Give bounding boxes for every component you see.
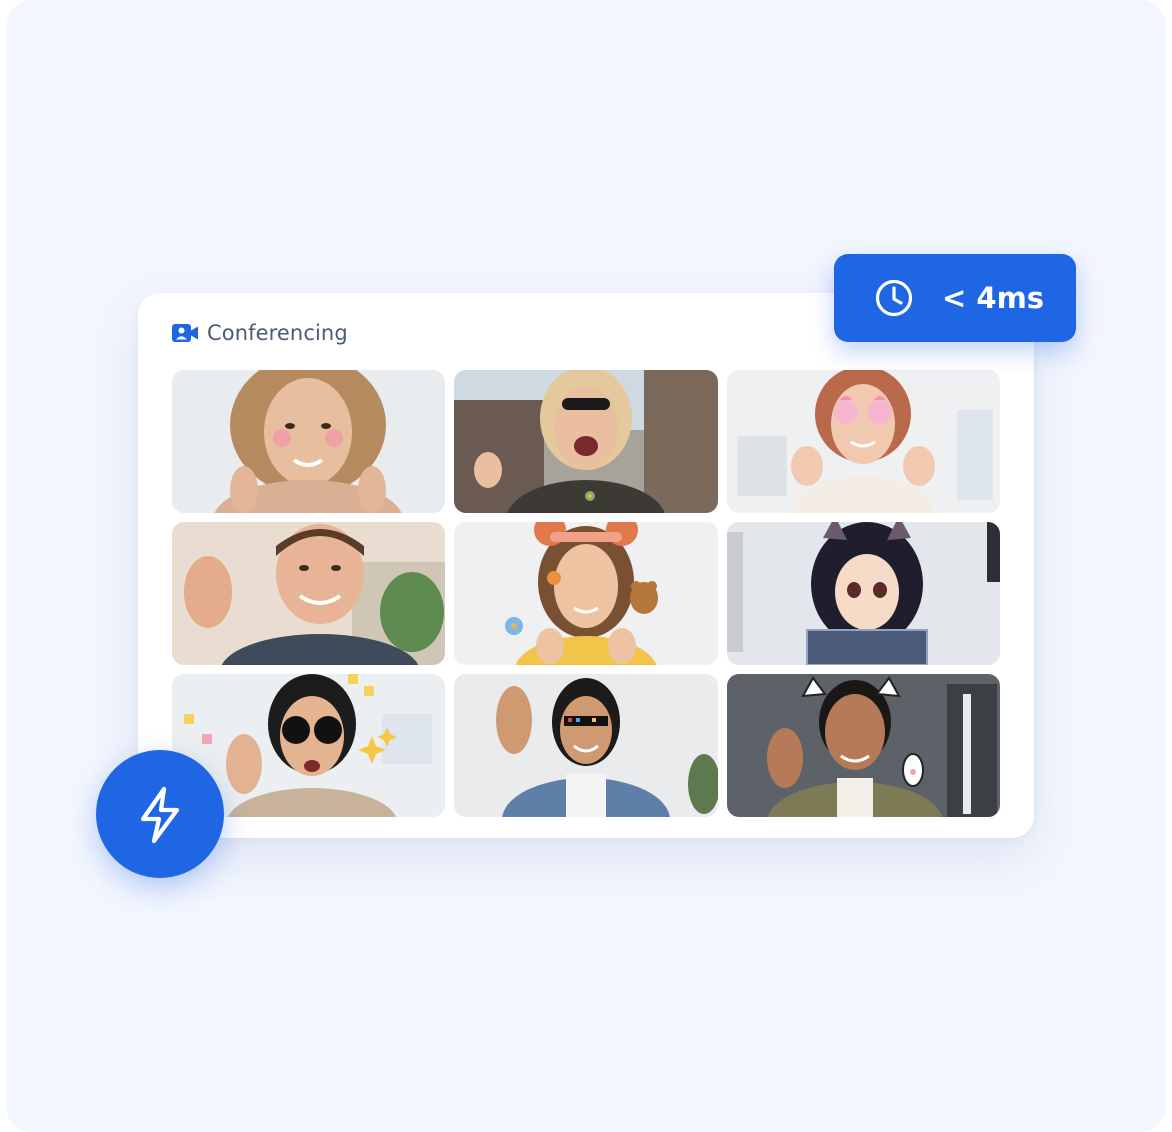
participant-tile-8[interactable] <box>454 674 718 817</box>
latency-badge: < 4ms <box>834 254 1076 342</box>
participant-tile-3[interactable] <box>727 370 1000 513</box>
participant-tile-9[interactable] <box>727 674 1000 817</box>
participant-tile-6[interactable] <box>727 522 1000 665</box>
latency-value: < 4ms <box>942 281 1045 315</box>
participant-tile-1[interactable] <box>172 370 445 513</box>
participant-tile-2[interactable] <box>454 370 718 513</box>
participant-tile-5[interactable] <box>454 522 718 665</box>
card-title: Conferencing <box>207 321 348 345</box>
conferencing-card: Conferencing <box>138 293 1034 838</box>
speed-badge <box>96 750 224 878</box>
video-camera-icon <box>172 323 198 343</box>
clock-icon <box>874 278 914 322</box>
participant-tile-4[interactable] <box>172 522 445 665</box>
card-header: Conferencing <box>172 320 348 346</box>
